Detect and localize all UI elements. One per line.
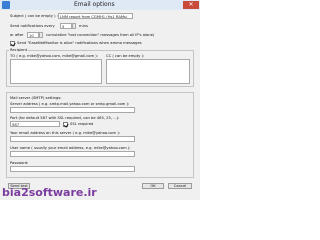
window-title: Email options [74,1,115,8]
after-input[interactable]: 10 [27,32,39,38]
after-label: or after [10,33,24,37]
cancel-button[interactable]: Cancel [168,183,192,189]
ok-button[interactable]: OK [142,183,164,189]
email-options-window: Email options ✕ Subject ( can be empty )… [0,0,200,200]
send-every-input[interactable]: 5 [60,23,72,29]
password-label: Password: [10,161,29,165]
port-label: Port (for default 587 with SSL required,… [10,116,120,120]
server-label: Server address ( e.g. smtp.mail.yahoo.co… [10,102,130,106]
title-bar[interactable]: Email options ✕ [0,0,200,10]
user-name-input[interactable] [10,151,135,157]
ssl-checkbox[interactable] [63,122,68,127]
send-every-spinner[interactable] [72,23,76,29]
subject-label: Subject ( can be empty ) : [10,14,59,18]
smtp-heading: Mail server (SMTP) settings: [10,96,62,100]
port-input[interactable]: 587 [10,121,60,127]
send-alive-checkbox[interactable] [10,41,15,46]
send-alive-label: Send "EaseNetMonitor is alive" notificat… [17,41,142,45]
watermark-text: bia2software.ir [2,186,97,199]
close-button[interactable]: ✕ [183,1,199,9]
ssl-label: SSL required [70,122,94,126]
password-input[interactable] [10,166,135,172]
cc-textarea[interactable] [106,59,190,84]
after-suffix: cumulative "lost connection" messages fr… [46,33,155,37]
cc-label: CC ( can be empty ): [106,54,145,58]
send-every-label: Send notifications every [10,24,55,28]
server-input[interactable] [10,107,135,113]
after-spinner[interactable] [39,32,43,38]
app-icon [2,1,10,9]
your-email-input[interactable] [10,136,135,142]
user-name-label: User name ( usually your email address, … [10,146,131,150]
to-label: TO ( e.g. mike@yahoo.com, mike@gmail.com… [10,54,98,58]
your-email-label: Your email address on this server ( e.g.… [10,131,120,135]
to-textarea[interactable] [10,59,102,84]
recipient-group-title: Recipient [9,48,29,52]
subject-input[interactable]: LNM report from CGMH1 (Hs1 RAMs) [58,13,133,19]
send-every-unit: mins [79,24,88,28]
